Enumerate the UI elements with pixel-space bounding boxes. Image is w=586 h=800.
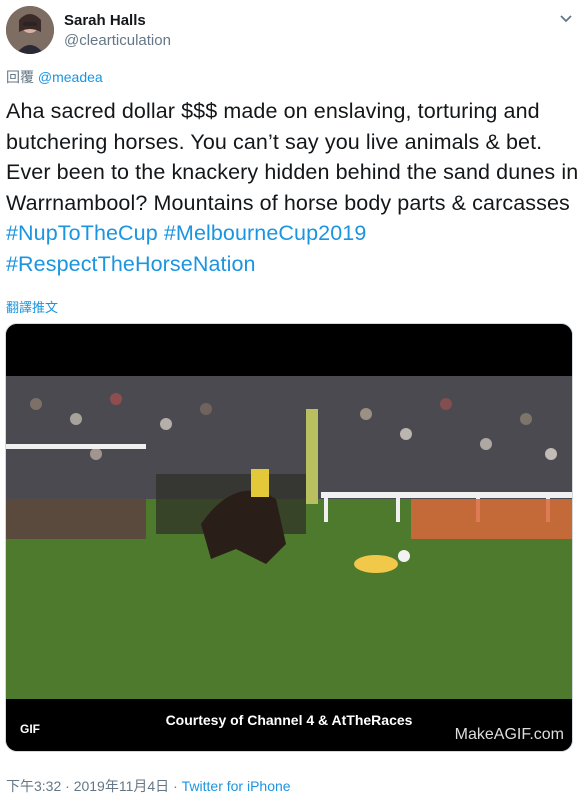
gif-frame-illustration (6, 324, 572, 751)
reply-prefix: 回覆 (6, 69, 34, 85)
reply-context: 回覆 @meadea (6, 67, 103, 87)
tweet-footer: 下午3:32 · 2019年11月4日 · Twitter for iPhone (6, 776, 291, 796)
hashtag-nuptothecup[interactable]: #NupToTheCup (6, 221, 158, 245)
tweet-source-link[interactable]: Twitter for iPhone (182, 778, 291, 794)
gif-badge: GIF (14, 719, 46, 739)
tweet-time[interactable]: 下午3:32 (6, 778, 61, 794)
translate-tweet-link[interactable]: 翻譯推文 (6, 297, 58, 316)
reply-mention-link[interactable]: @meadea (38, 69, 103, 85)
tweet-text: Aha sacred dollar $$$ made on enslaving,… (6, 96, 580, 279)
gif-media[interactable]: Courtesy of Channel 4 & AtTheRaces GIF M… (5, 323, 573, 752)
hashtag-respectthehorsenation[interactable]: #RespectTheHorseNation (6, 252, 256, 276)
user-handle[interactable]: @clearticulation (64, 32, 171, 49)
footer-separator: · (65, 778, 70, 794)
tweet-body: Aha sacred dollar $$$ made on enslaving,… (6, 99, 579, 215)
display-name[interactable]: Sarah Halls (64, 12, 146, 29)
footer-separator-2: · (173, 778, 178, 794)
watermark: MakeAGIF.com (454, 726, 564, 743)
avatar[interactable] (6, 6, 54, 54)
hashtag-melbournecup2019[interactable]: #MelbourneCup2019 (164, 221, 367, 245)
tweet-date[interactable]: 2019年11月4日 (74, 778, 169, 794)
chevron-down-icon[interactable] (556, 8, 576, 28)
